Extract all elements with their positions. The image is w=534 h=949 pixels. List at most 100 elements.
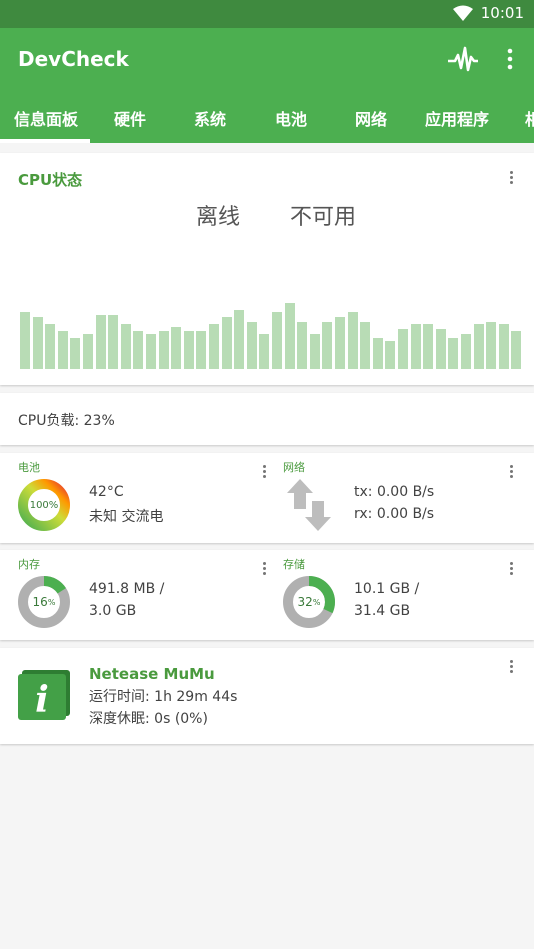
- pulse-icon[interactable]: [446, 44, 480, 74]
- cpu-history-bar: [410, 324, 421, 369]
- storage-gauge-text: 32%: [282, 575, 336, 629]
- cpu-history-bar: [246, 322, 257, 369]
- cpu-history-bar: [95, 315, 106, 369]
- cpu-state-offline: 离线: [196, 205, 241, 230]
- cpu-history-bar: [297, 322, 308, 369]
- cpu-history-bar: [45, 324, 56, 369]
- cpu-history-bar: [133, 331, 144, 369]
- cpu-history-bar: [146, 334, 156, 369]
- storage-total: 31.4 GB: [354, 603, 411, 619]
- cpu-history-bar: [423, 324, 434, 369]
- cpu-history-bar: [486, 322, 497, 369]
- cpu-history-bar: [196, 331, 207, 369]
- tab-dashboard[interactable]: 信息面板: [14, 106, 78, 130]
- cpu-history-bar: [448, 338, 459, 369]
- cpu-history-bar: [57, 331, 68, 369]
- tab-apps[interactable]: 应用程序: [425, 106, 489, 130]
- cpu-history-bar: [183, 331, 194, 369]
- cpu-history-bar: [322, 322, 333, 369]
- cpu-history-bar: [209, 324, 219, 369]
- cpu-history-bar: [498, 324, 509, 369]
- battery-gauge[interactable]: 100%: [17, 478, 71, 532]
- memory-used: 491.8 MB /: [89, 581, 165, 597]
- storage-more-icon[interactable]: [507, 560, 515, 578]
- cpu-history-bar: [372, 338, 383, 369]
- battery-temp: 42°C: [89, 484, 124, 500]
- tab-indicator: [0, 139, 90, 143]
- network-transfer-icon: [287, 479, 331, 531]
- tab-hardware[interactable]: 硬件: [114, 106, 146, 130]
- cpu-history-bar: [259, 334, 270, 369]
- cpu-status-title: CPU状态: [18, 171, 83, 189]
- cpu-history-chart: [20, 303, 522, 369]
- battery-percent: 100%: [29, 499, 59, 511]
- cpu-state-unavailable: 不可用: [290, 205, 357, 230]
- cpu-history-bar: [234, 310, 245, 369]
- cpu-history-bar: [284, 303, 295, 369]
- cpu-card-more-icon[interactable]: [507, 169, 515, 187]
- status-time: 10:01: [480, 4, 524, 22]
- tab-battery[interactable]: 电池: [275, 106, 307, 130]
- cpu-history-bar: [335, 317, 345, 369]
- cpu-history-bar: [70, 338, 81, 369]
- cpu-history-bar: [398, 329, 408, 369]
- app-bar: DevCheck: [0, 28, 534, 90]
- battery-label: 电池: [18, 461, 40, 474]
- network-more-icon[interactable]: [507, 463, 515, 481]
- cpu-history-bar: [360, 322, 371, 369]
- network-tx: tx: 0.00 B/s: [354, 484, 435, 500]
- device-uptime: 运行时间: 1h 29m 44s: [89, 689, 238, 705]
- cpu-history-bar: [511, 331, 522, 369]
- storage-gauge-unit: %: [312, 597, 321, 607]
- memory-label: 内存: [18, 558, 40, 571]
- device-deep-sleep: 深度休眠: 0s (0%): [89, 711, 208, 727]
- tab-network[interactable]: 网络: [355, 106, 387, 130]
- device-name: Netease MuMu: [89, 665, 215, 683]
- info-icon: i: [18, 670, 70, 720]
- memory-more-icon[interactable]: [260, 560, 268, 578]
- storage-gauge-value: 32: [297, 595, 313, 609]
- network-label: 网络: [283, 461, 305, 474]
- memory-gauge[interactable]: 16%: [17, 575, 71, 629]
- cpu-history-bar: [435, 329, 446, 369]
- cpu-history-bar: [347, 312, 358, 369]
- cpu-history-bar: [221, 317, 232, 369]
- battery-status: 未知 交流电: [89, 509, 164, 525]
- storage-gauge[interactable]: 32%: [282, 575, 336, 629]
- cpu-history-bar: [20, 312, 30, 369]
- battery-network-card: 电池 100% 42°C 未知 交流电 网络 tx: 0.00 B/s rx: …: [0, 453, 534, 543]
- cpu-history-bar: [83, 334, 93, 369]
- wifi-icon: [452, 5, 473, 21]
- network-rx: rx: 0.00 B/s: [354, 506, 435, 522]
- storage-label: 存储: [283, 558, 305, 571]
- tab-system[interactable]: 系统: [194, 106, 226, 130]
- cpu-history-bar: [171, 327, 182, 369]
- cpu-history-bar: [120, 324, 131, 369]
- more-vert-icon[interactable]: [500, 46, 520, 72]
- cpu-history-bar: [32, 317, 43, 369]
- cpu-history-bar: [461, 334, 471, 369]
- memory-storage-card: 内存 16% 491.8 MB / 3.0 GB 存储 32% 10.1 GB …: [0, 550, 534, 640]
- cpu-load-card[interactable]: CPU负载: 23%: [0, 393, 534, 445]
- cpu-load-text: CPU负载: 23%: [18, 413, 115, 429]
- tab-bar: 信息面板 硬件 系统 电池 网络 应用程序 相: [0, 90, 534, 143]
- memory-gauge-value: 16: [32, 595, 48, 609]
- battery-more-icon[interactable]: [260, 463, 268, 481]
- cpu-history-bar: [272, 312, 282, 369]
- app-title: DevCheck: [18, 47, 129, 71]
- memory-total: 3.0 GB: [89, 603, 137, 619]
- status-bar: 10:01: [0, 0, 534, 28]
- svg-text:i: i: [35, 679, 49, 720]
- cpu-history-bar: [309, 334, 320, 369]
- storage-used: 10.1 GB /: [354, 581, 420, 597]
- device-more-icon[interactable]: [507, 658, 515, 676]
- memory-gauge-text: 16%: [17, 575, 71, 629]
- cpu-history-bar: [158, 331, 169, 369]
- cpu-history-bar: [473, 324, 484, 369]
- cpu-history-bar: [108, 315, 119, 369]
- tab-camera[interactable]: 相: [525, 106, 534, 130]
- cpu-status-card[interactable]: CPU状态 离线 不可用: [0, 153, 534, 385]
- cpu-history-bar: [385, 341, 396, 369]
- device-card[interactable]: i Netease MuMu 运行时间: 1h 29m 44s 深度休眠: 0s…: [0, 648, 534, 744]
- memory-gauge-unit: %: [47, 597, 56, 607]
